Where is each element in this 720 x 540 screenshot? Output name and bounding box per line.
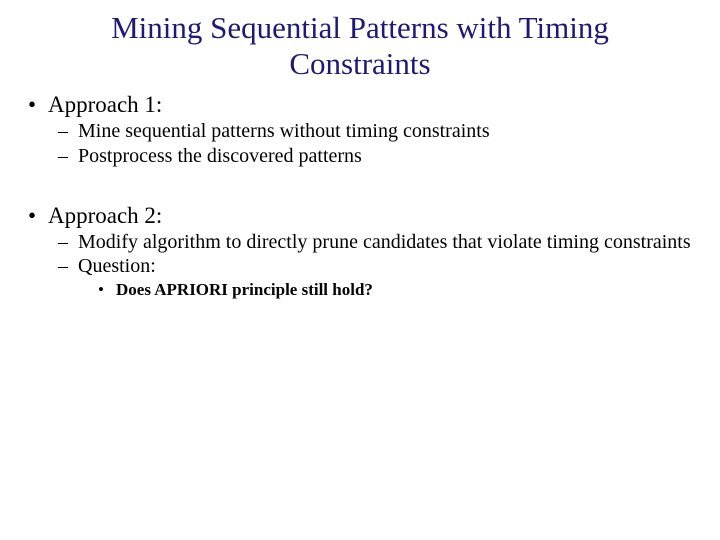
approach-2-sub-2: Question: <box>56 255 694 279</box>
approach-2-sub-2a: Does APRIORI principle still hold? <box>96 280 694 300</box>
approach-1-heading: Approach 1: <box>26 91 694 118</box>
approach-1-sub-2: Postprocess the discovered patterns <box>56 145 694 169</box>
approach-2-sub-1: Modify algorithm to directly prune candi… <box>56 231 694 255</box>
slide: Mining Sequential Patterns with Timing C… <box>0 0 720 540</box>
approach-2-heading: Approach 2: <box>26 202 694 229</box>
slide-title: Mining Sequential Patterns with Timing C… <box>40 10 680 81</box>
approach-1-sub-1: Mine sequential patterns without timing … <box>56 120 694 144</box>
spacer <box>26 170 694 200</box>
slide-content: Approach 1: Mine sequential patterns wit… <box>0 91 720 300</box>
